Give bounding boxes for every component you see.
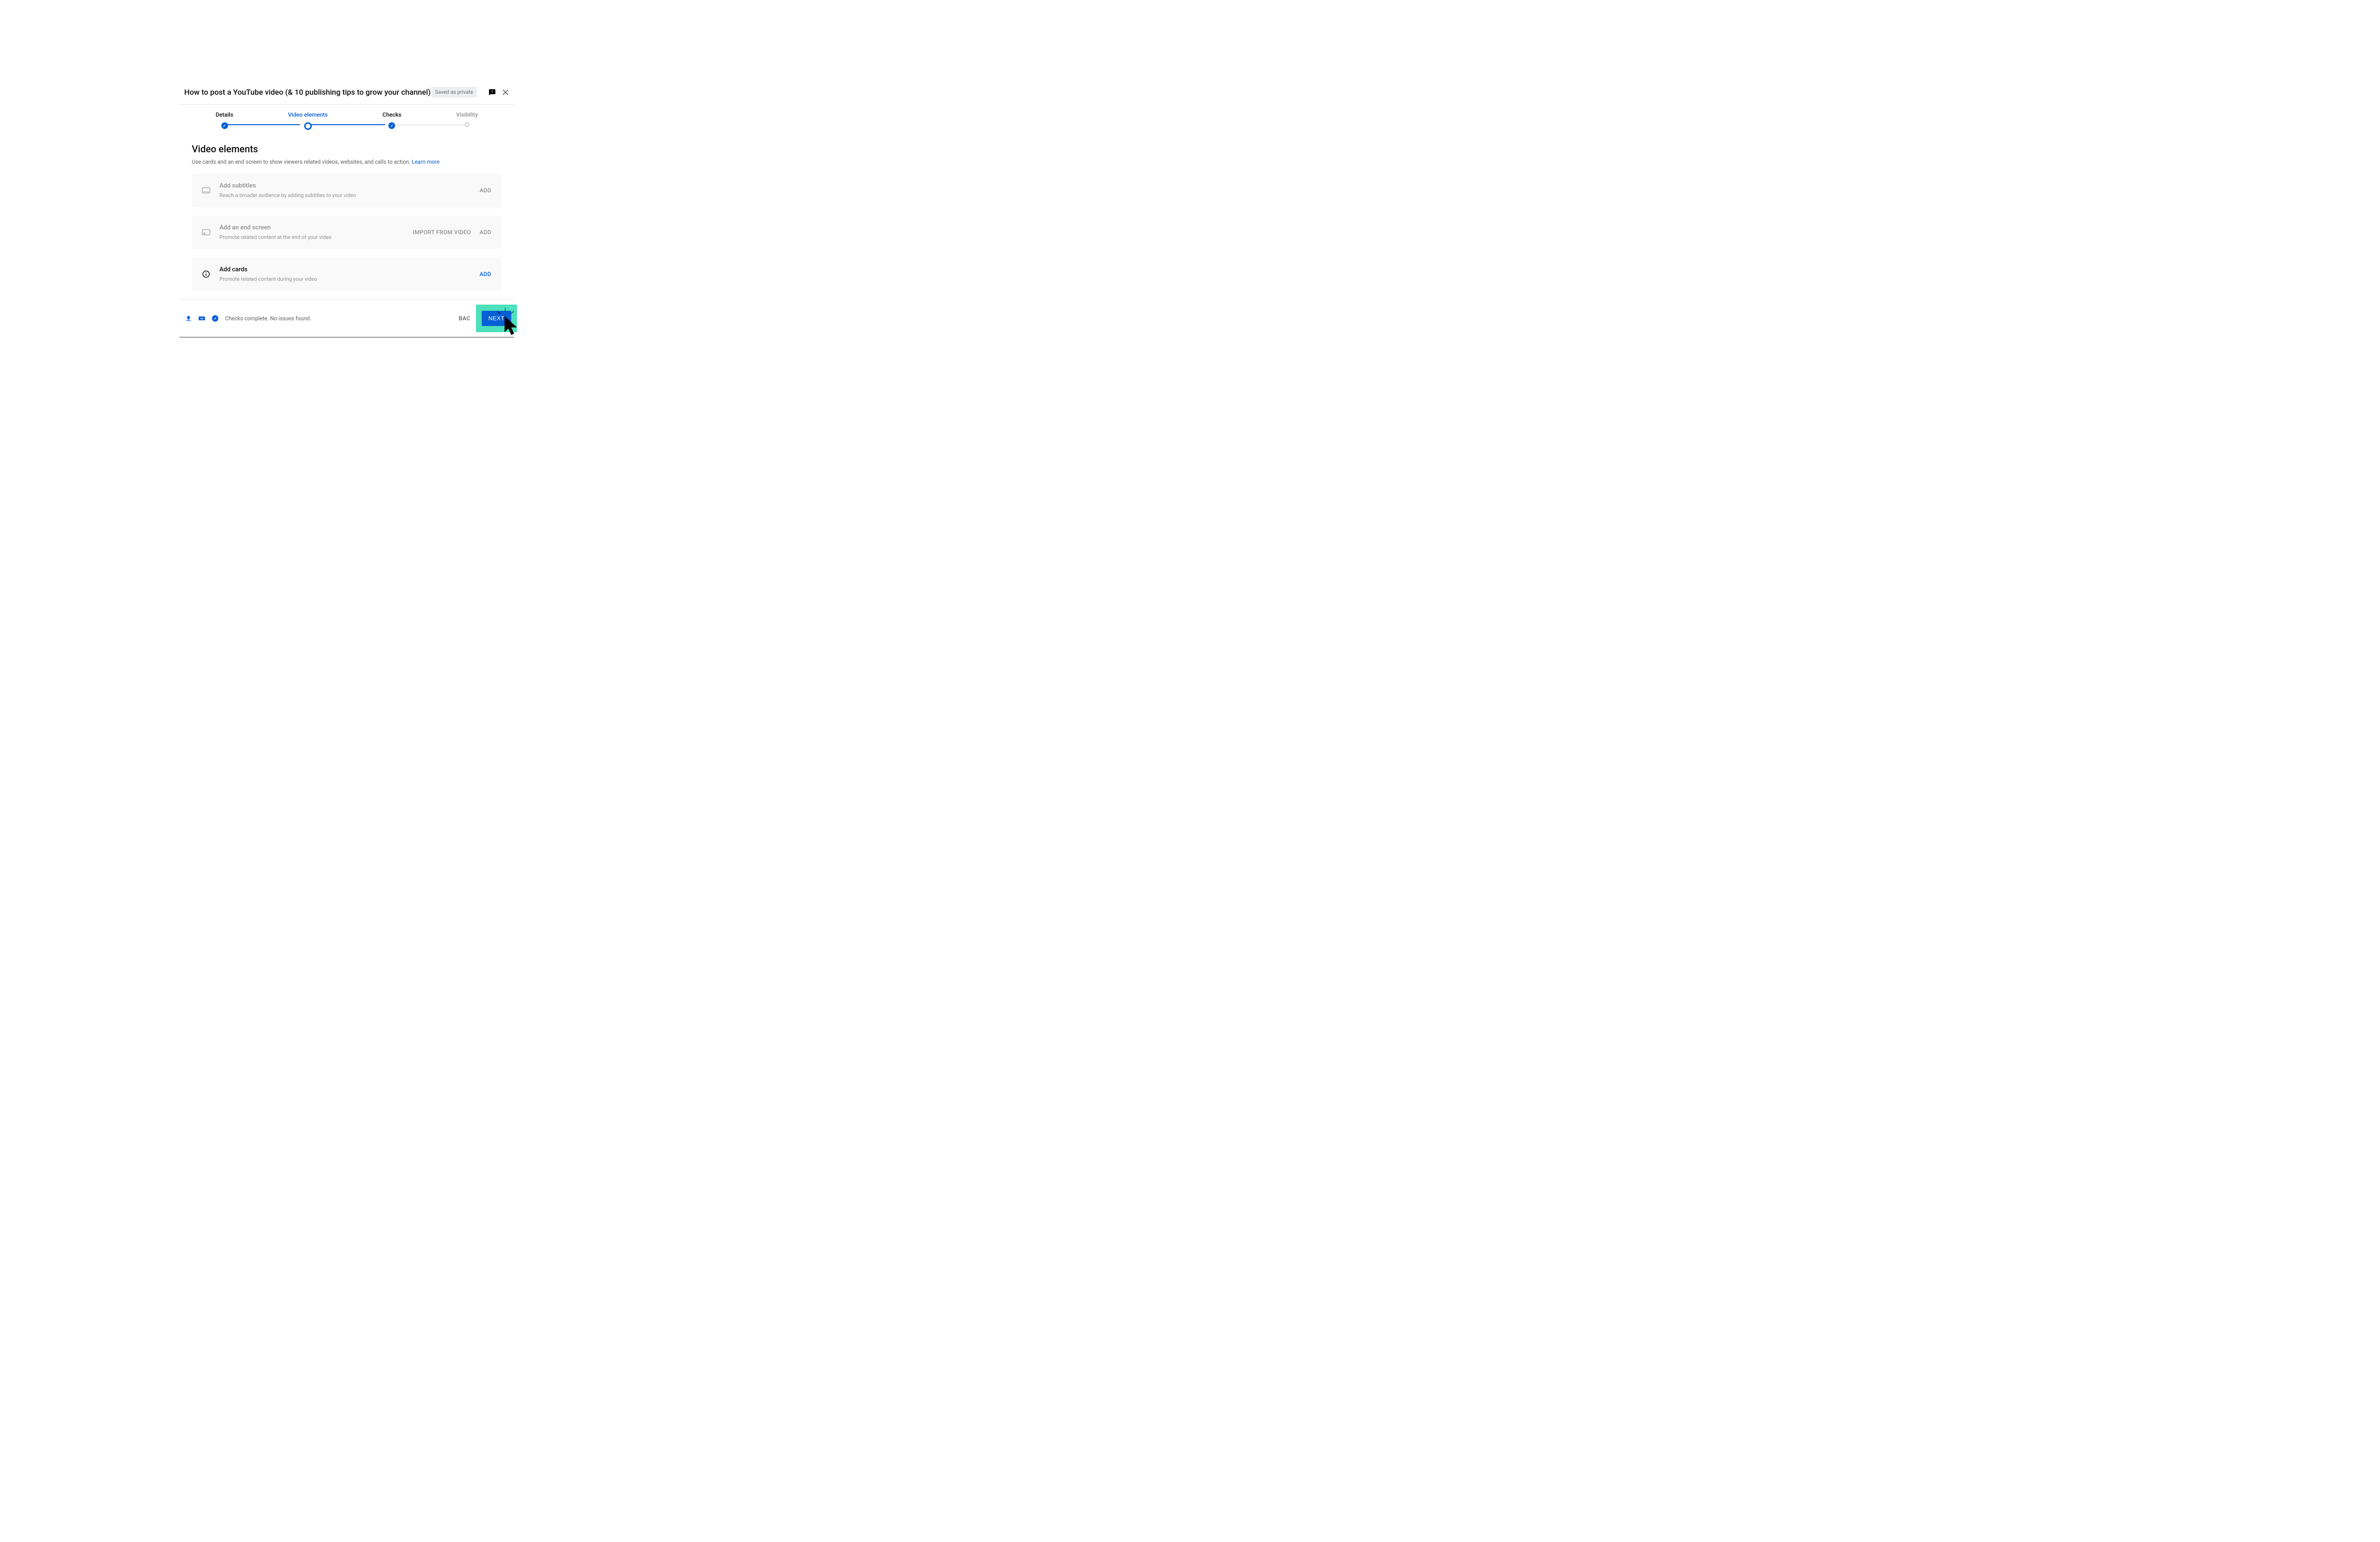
end-screen-icon (200, 227, 212, 238)
info-icon (200, 268, 212, 280)
card-description: Promote related content during your vide… (219, 276, 479, 282)
card-description: Reach a broader audience by adding subti… (219, 192, 479, 198)
step-label: Visibility (456, 111, 478, 118)
step-progress: Details Video elements Checks Visibility (179, 105, 514, 134)
svg-text:HD: HD (200, 317, 204, 320)
add-end-screen-button[interactable]: ADD (479, 229, 491, 236)
empty-icon (465, 122, 469, 127)
dialog-footer: HD Checks complete. No issues found. BAC… (179, 299, 514, 337)
card-description: Promote related content at the end of yo… (219, 234, 413, 240)
learn-more-link[interactable]: Learn more (412, 158, 439, 165)
ring-icon (304, 122, 312, 130)
footer-status-text: Checks complete. No issues found. (225, 315, 454, 322)
save-status-badge: Saved as private (431, 87, 477, 98)
hd-icon[interactable]: HD (198, 314, 206, 323)
section-title: Video elements (192, 143, 502, 155)
step-label: Details (216, 111, 233, 118)
check-complete-icon (211, 314, 219, 323)
card-title: Add cards (219, 266, 479, 273)
step-visibility[interactable]: Visibility (456, 111, 478, 130)
back-button[interactable]: BAC (454, 311, 475, 326)
step-label: Video elements (288, 111, 327, 118)
section-description: Use cards and an end screen to show view… (192, 158, 502, 165)
step-details[interactable]: Details (216, 111, 233, 130)
add-cards-button[interactable]: ADD (479, 271, 491, 277)
video-title: How to post a YouTube video (& 10 publis… (184, 88, 431, 97)
step-checks[interactable]: Checks (383, 111, 402, 130)
check-icon (388, 122, 395, 129)
next-button[interactable]: NEXT (482, 311, 511, 326)
subtitles-card: Add subtitles Reach a broader audience b… (192, 174, 502, 207)
next-button-highlight: NEXT (476, 305, 517, 332)
close-icon[interactable] (501, 88, 510, 97)
dialog-header: How to post a YouTube video (& 10 publis… (179, 80, 514, 105)
step-video-elements[interactable]: Video elements (288, 111, 327, 130)
card-title: Add subtitles (219, 182, 479, 189)
check-icon (221, 122, 228, 129)
add-cards-card: Add cards Promote related content during… (192, 257, 502, 291)
upload-icon[interactable] (184, 314, 193, 323)
add-subtitles-button[interactable]: ADD (479, 187, 491, 194)
card-title: Add an end screen (219, 224, 413, 231)
end-screen-card: Add an end screen Promote related conten… (192, 216, 502, 249)
upload-dialog: How to post a YouTube video (& 10 publis… (179, 80, 514, 337)
subtitles-icon (200, 185, 212, 196)
dialog-content: Video elements Use cards and an end scre… (179, 134, 514, 291)
import-from-video-button[interactable]: IMPORT FROM VIDEO (413, 229, 471, 236)
feedback-icon[interactable] (487, 88, 497, 97)
step-label: Checks (383, 111, 402, 118)
